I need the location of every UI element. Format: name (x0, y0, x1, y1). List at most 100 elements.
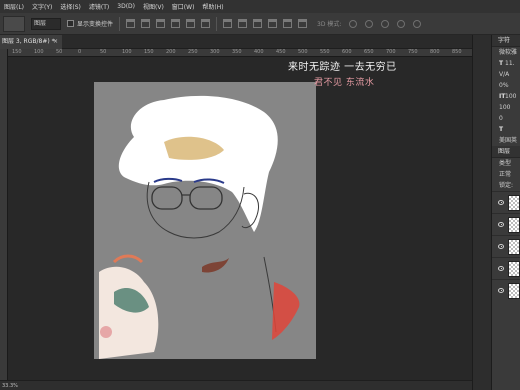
tab-character[interactable]: 字符 (492, 35, 520, 47)
hand-finger (112, 254, 144, 264)
layer-thumbnail (508, 260, 520, 277)
distribute-hcenter-icon[interactable] (283, 19, 293, 28)
auto-select-dropdown[interactable]: 图层 (31, 17, 61, 30)
menu-bar: 图层(L) 文字(Y) 选择(S) 滤镜(T) 3D(D) 视图(V) 窗口(W… (0, 0, 520, 13)
menu-3d[interactable]: 3D(D) (113, 3, 139, 10)
ruler-tick-label: 100 (34, 49, 44, 55)
panel-dock-strip (472, 35, 492, 390)
3d-mode-label: 3D 模式: (317, 21, 342, 28)
ruler-tick-label: 300 (210, 49, 220, 55)
align-top-icon[interactable] (126, 19, 136, 28)
layer-thumbnail (508, 238, 520, 255)
tab-layers[interactable]: 图层 (492, 146, 520, 158)
layer-row[interactable] (492, 279, 520, 301)
options-bar: 图层 显示变换控件 3D 模式: (0, 13, 520, 35)
distribute-right-icon[interactable] (298, 19, 308, 28)
font-size-value: 11. (505, 60, 515, 67)
menu-select[interactable]: 选择(S) (56, 2, 85, 11)
layer-row[interactable] (492, 235, 520, 257)
ruler-tick-label: 50 (100, 49, 107, 55)
layer-thumbnail (508, 282, 520, 299)
menu-help[interactable]: 帮助(H) (198, 2, 227, 11)
ruler-tick-label: 500 (298, 49, 308, 55)
tool-preset-picker[interactable] (3, 15, 25, 32)
show-transform-label: 显示变换控件 (77, 21, 114, 28)
canvas-text-line2[interactable]: 君不见 东流水 (314, 75, 374, 88)
ruler-tick-label: 750 (408, 49, 418, 55)
layer-kind-filter[interactable]: 类型 (492, 158, 520, 169)
menu-window[interactable]: 窗口(W) (168, 2, 199, 11)
show-transform-controls[interactable]: 显示变换控件 (67, 19, 113, 28)
layer-row[interactable] (492, 191, 520, 213)
baseline-field[interactable]: 0 (492, 113, 520, 124)
language-field[interactable]: 美国英 (492, 135, 520, 146)
horizontal-scale-field[interactable]: 100 (492, 102, 520, 113)
font-family-field[interactable]: 微软雅 (492, 47, 520, 58)
distribute-top-icon[interactable] (223, 19, 233, 28)
ruler-tick-label: 50 (56, 49, 63, 55)
3d-roll-icon[interactable] (365, 19, 374, 28)
type-style-row[interactable]: T (492, 124, 520, 135)
menu-type[interactable]: 文字(Y) (28, 2, 56, 11)
ruler-tick-label: 200 (166, 49, 176, 55)
ruler-tick-label: 150 (144, 49, 154, 55)
align-bottom-icon[interactable] (156, 19, 166, 28)
distribute-vcenter-icon[interactable] (238, 19, 248, 28)
eye-icon[interactable] (498, 222, 505, 227)
bold-type-icon[interactable]: T (499, 124, 505, 135)
menu-layer[interactable]: 图层(L) (0, 2, 28, 11)
layer-row[interactable] (492, 257, 520, 279)
blend-mode-dropdown[interactable]: 正常 (492, 169, 520, 180)
collar-red (272, 282, 300, 340)
glasses-right (189, 186, 223, 210)
distribute-bottom-icon[interactable] (253, 19, 263, 28)
ruler-tick-label: 800 (430, 49, 440, 55)
ruler-tick-label: 450 (276, 49, 286, 55)
3d-slide-icon[interactable] (397, 19, 406, 28)
distribute-left-icon[interactable] (268, 19, 278, 28)
canvas-text-line1[interactable]: 来时无踪迹 一去无穷已 (288, 58, 397, 73)
eye-icon[interactable] (498, 200, 505, 205)
show-transform-checkbox[interactable] (67, 20, 74, 27)
illustration (99, 95, 300, 359)
right-panel: 字符 微软雅 T 11. V/A 0% IT100 100 0 T 美国英 图层 … (492, 35, 520, 390)
vertical-ruler[interactable] (0, 49, 8, 380)
eye-icon[interactable] (498, 288, 505, 293)
ruler-tick-label: 600 (342, 49, 352, 55)
ruler-tick-label: 350 (232, 49, 242, 55)
menu-view[interactable]: 视图(V) (139, 2, 168, 11)
ruler-tick-label: 850 (452, 49, 462, 55)
ruler-tick-label: 400 (254, 49, 264, 55)
scale-field[interactable]: 0% (492, 80, 520, 91)
layer-thumbnail (508, 194, 520, 211)
align-left-icon[interactable] (171, 19, 181, 28)
document-tab[interactable]: 图层 3, RGB/8#) * × (0, 35, 62, 49)
vertical-scale-value: 100 (505, 93, 517, 100)
chin-scribble (202, 258, 229, 273)
3d-rotate-icon[interactable] (349, 19, 358, 28)
eye-icon[interactable] (498, 266, 505, 271)
menu-filter[interactable]: 滤镜(T) (85, 2, 113, 11)
3d-pan-icon[interactable] (381, 19, 390, 28)
canvas-area[interactable] (8, 57, 472, 380)
document-tab-bar: 图层 3, RGB/8#) * × (0, 35, 472, 49)
document-tab-title: 图层 3, RGB/8#) * (2, 38, 55, 45)
zoom-level[interactable]: 33.3% (2, 383, 18, 389)
tracking-field[interactable]: V/A (492, 69, 520, 80)
ruler-tick-label: 0 (78, 49, 82, 55)
layer-row[interactable] (492, 213, 520, 235)
font-size-field[interactable]: T 11. (492, 58, 520, 69)
horizontal-ruler[interactable]: 150 100 50 0 50 100 150 200 250 300 350 400 450 500 55… (8, 49, 484, 57)
hand-shape (99, 266, 159, 359)
ruler-tick-label: 650 (364, 49, 374, 55)
artboard[interactable] (94, 82, 316, 359)
align-hcenter-icon[interactable] (186, 19, 196, 28)
3d-scale-icon[interactable] (413, 19, 422, 28)
eye-icon[interactable] (498, 244, 505, 249)
close-icon[interactable]: × (53, 35, 58, 49)
align-right-icon[interactable] (201, 19, 211, 28)
separator (119, 16, 121, 31)
align-vcenter-icon[interactable] (141, 19, 151, 28)
layer-thumbnail (508, 216, 520, 233)
vertical-scale-field[interactable]: IT100 (492, 91, 520, 102)
